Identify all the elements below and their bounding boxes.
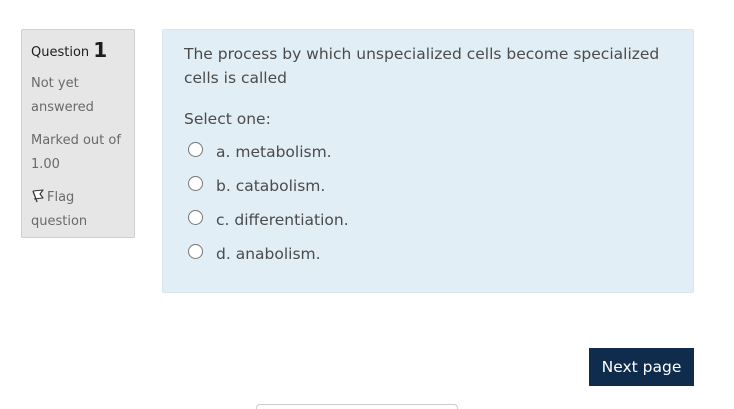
question-grade: Marked out of 1.00: [31, 133, 121, 172]
select-prompt: Select one:: [184, 110, 271, 128]
answer-label-c[interactable]: c. differentiation.: [216, 211, 349, 229]
question-info-panel: Question 1 Not yet answered Marked out o…: [21, 29, 135, 238]
next-page-button[interactable]: Next page: [589, 348, 694, 386]
question-content: The process by which unspecialized cells…: [162, 29, 694, 293]
answer-label-b[interactable]: b. catabolism.: [216, 177, 325, 195]
question-number-heading: Question 1: [31, 37, 125, 66]
answer-option-a[interactable]: a. metabolism.: [188, 135, 672, 169]
question-text: The process by which unspecialized cells…: [184, 45, 660, 87]
flag-icon: [31, 188, 45, 203]
question-label: Question: [31, 45, 90, 60]
answer-label-d[interactable]: d. anabolism.: [216, 245, 321, 263]
radio-a[interactable]: [188, 141, 203, 157]
answer-label-a[interactable]: a. metabolism.: [216, 143, 332, 161]
question-state: Not yet answered: [31, 76, 94, 115]
radio-b[interactable]: [188, 175, 203, 191]
quiz-navigation-select[interactable]: [256, 404, 458, 409]
flag-question-link[interactable]: Flag question: [31, 186, 125, 234]
answer-list: a. metabolism. b. catabolism. c. differe…: [184, 135, 672, 271]
question-number: 1: [93, 38, 108, 62]
answer-option-d[interactable]: d. anabolism.: [188, 237, 672, 271]
radio-d[interactable]: [188, 243, 203, 259]
radio-c[interactable]: [188, 209, 203, 225]
answer-option-b[interactable]: b. catabolism.: [188, 169, 672, 203]
answer-option-c[interactable]: c. differentiation.: [188, 203, 672, 237]
